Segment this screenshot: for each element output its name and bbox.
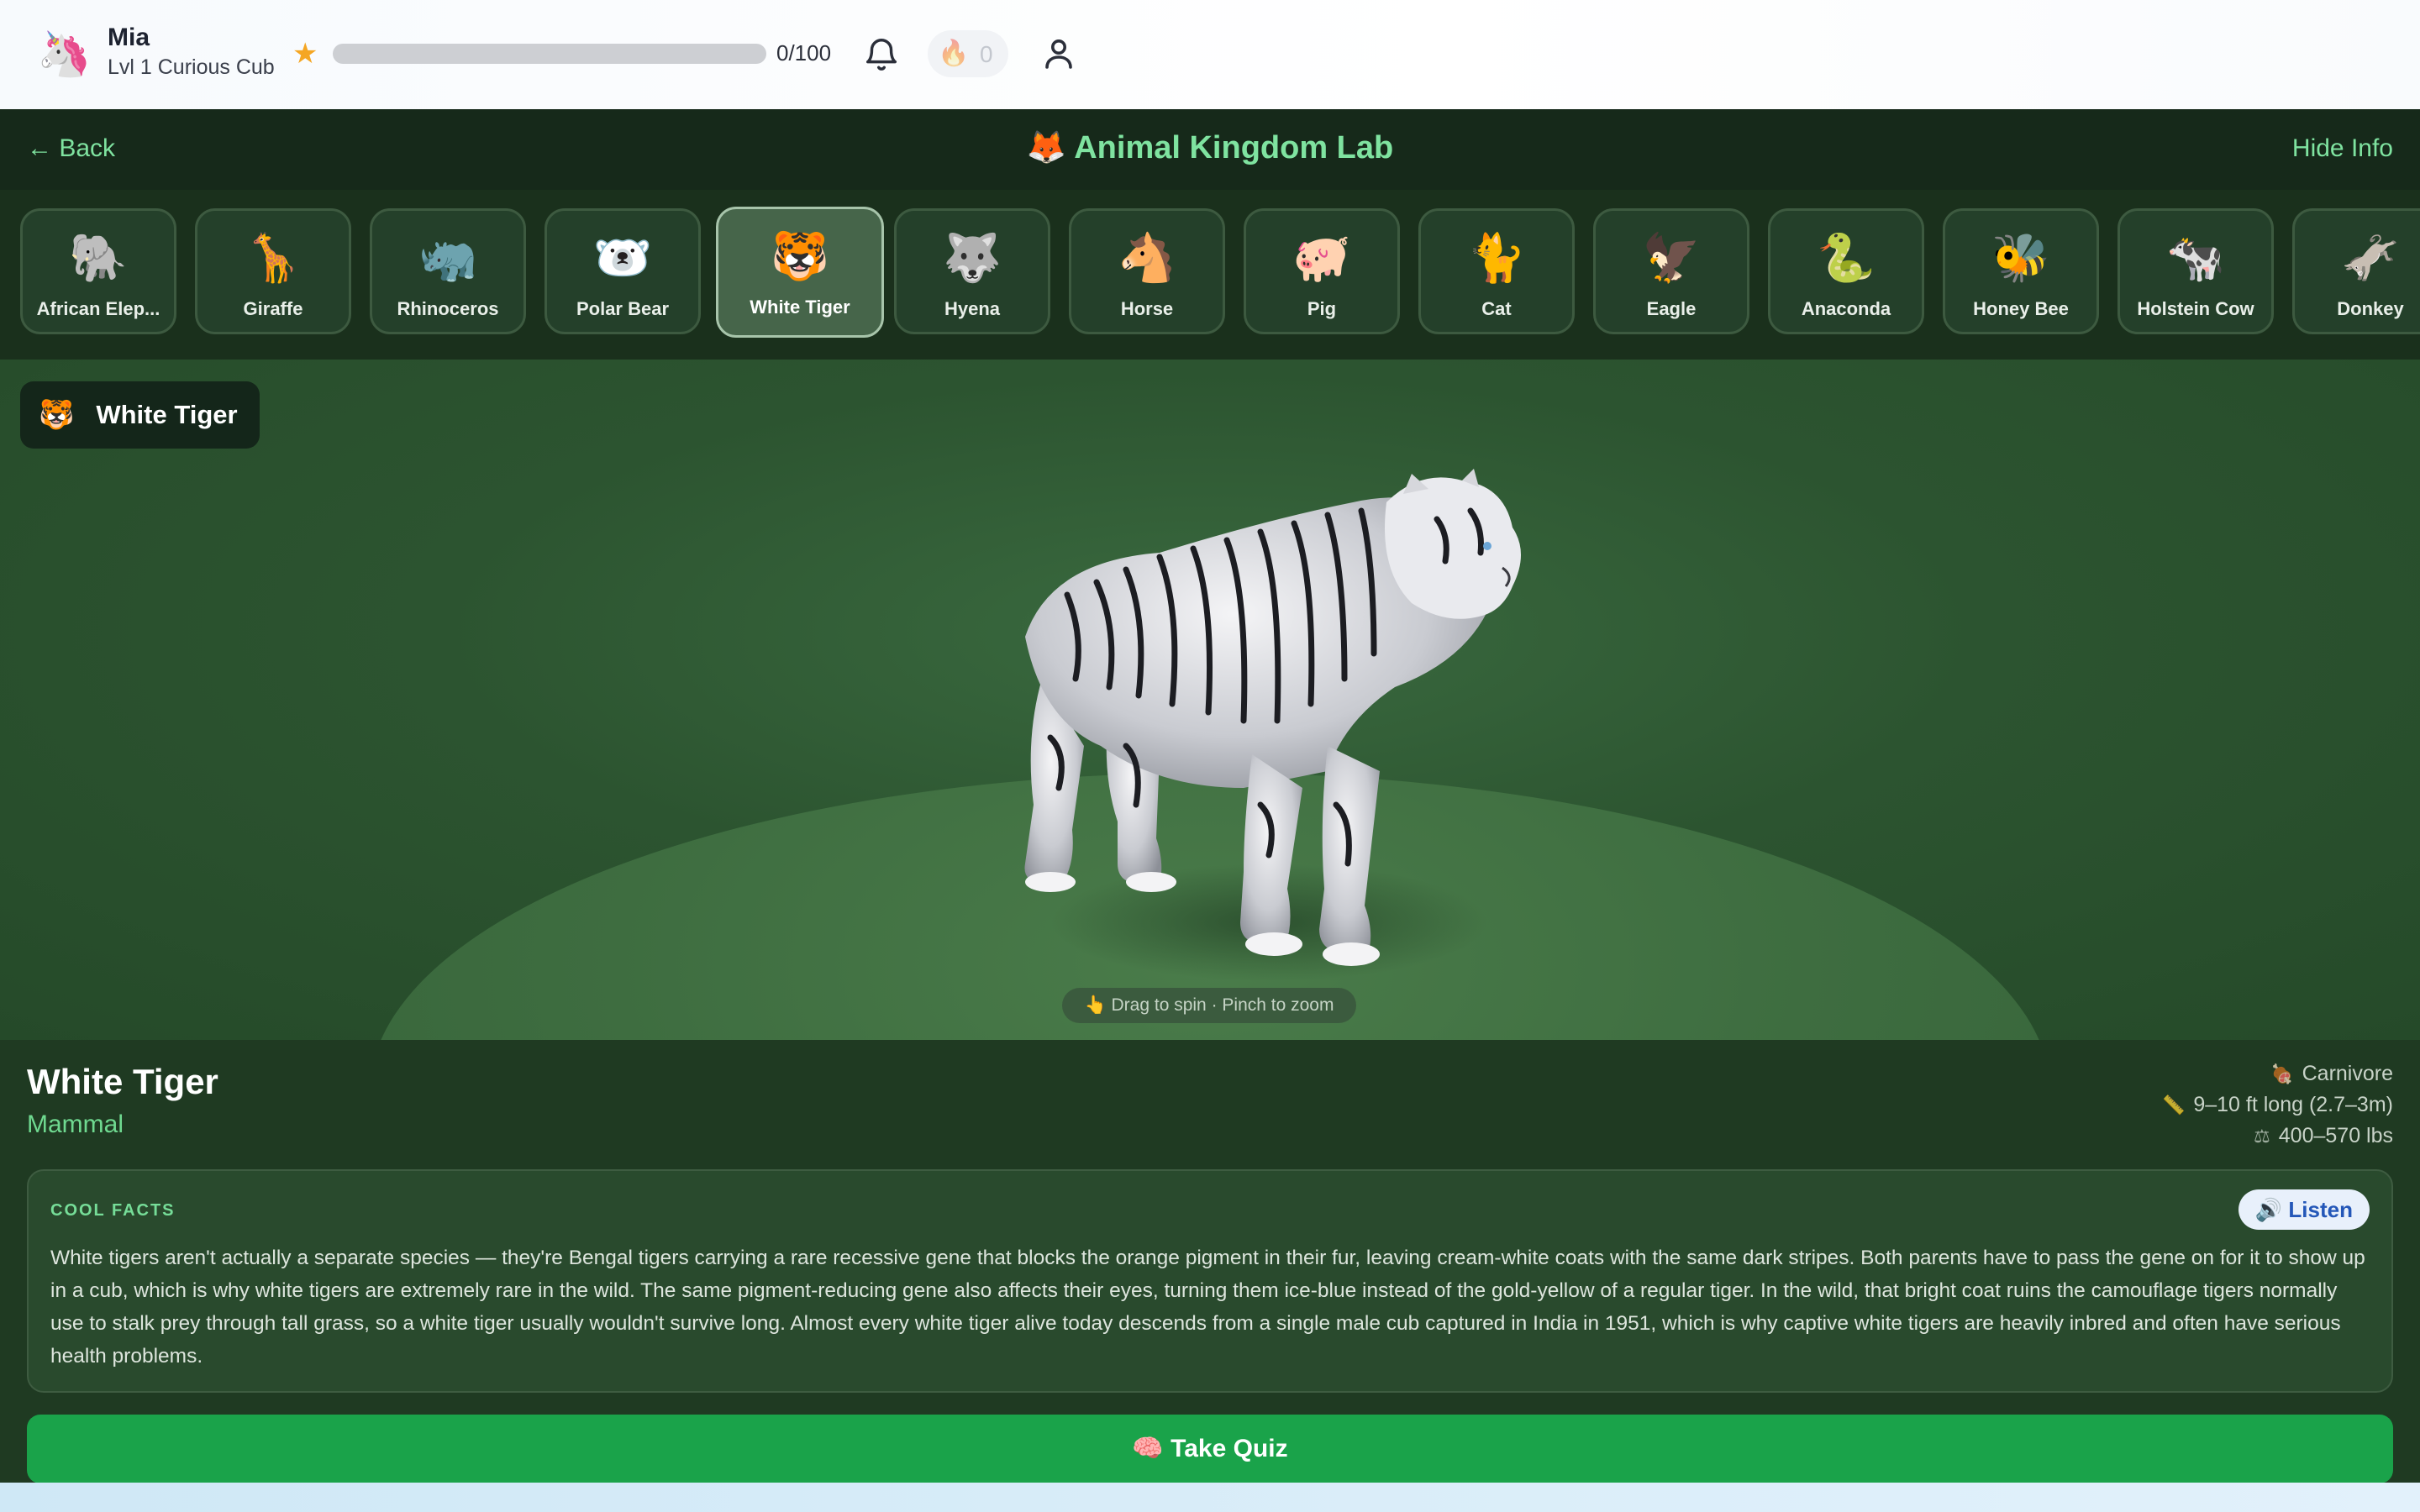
- animal-emoji-icon: 🐯: [771, 229, 829, 282]
- animal-card-donkey[interactable]: 🫏 Donkey: [2292, 208, 2420, 334]
- take-quiz-button[interactable]: 🧠 Take Quiz: [27, 1415, 2393, 1483]
- animal-card-horse[interactable]: 🐴 Horse: [1069, 208, 1225, 334]
- white-tiger-model[interactable]: [992, 469, 1597, 990]
- animal-card-label: Giraffe: [243, 298, 303, 319]
- animal-emoji-icon: 🦒: [244, 231, 302, 284]
- animal-emoji-icon: 🐝: [1991, 231, 2050, 284]
- bottom-edge: [0, 1483, 2420, 1512]
- xp-progress-text: 0/100: [776, 40, 832, 66]
- star-icon: ★: [292, 38, 318, 70]
- animal-card-label: Anaconda: [1801, 298, 1891, 319]
- fox-icon: 🦊: [1026, 130, 1067, 165]
- lab-header: ← Back 🦊 Animal Kingdom Lab Hide Info: [0, 109, 2420, 190]
- viewer-hint: 👆 Drag to spin · Pinch to zoom: [1062, 988, 1356, 1023]
- animal-card-honey-bee[interactable]: 🐝 Honey Bee: [1943, 208, 2099, 334]
- bell-icon[interactable]: [862, 35, 901, 74]
- animal-emoji-icon: 🐍: [1817, 231, 1876, 284]
- model-name-badge: 🐯 White Tiger: [20, 381, 260, 449]
- animal-emoji-icon: 🫏: [2341, 231, 2400, 284]
- stat-text: 400–570 lbs: [2278, 1124, 2393, 1147]
- listen-button[interactable]: 🔊 Listen: [2238, 1189, 2370, 1230]
- animal-class: Mammal: [27, 1110, 124, 1138]
- stat-icon: 📏: [2161, 1095, 2186, 1116]
- stat-text: Carnivore: [2302, 1062, 2393, 1085]
- cool-facts-text: White tigers aren't actually a separate …: [50, 1247, 2365, 1368]
- animal-card-eagle[interactable]: 🦅 Eagle: [1593, 208, 1749, 334]
- animal-card-hyena[interactable]: 🐺 Hyena: [894, 208, 1050, 334]
- user-name: Mia: [108, 24, 150, 51]
- animal-emoji-icon: 🐘: [69, 231, 128, 284]
- stat-row: ⚖ 400–570 lbs: [2162, 1121, 2393, 1152]
- animal-card-label: Horse: [1120, 298, 1174, 319]
- animal-card-label: Honey Bee: [1973, 298, 2069, 319]
- animal-card-rhinoceros[interactable]: 🦏 Rhinoceros: [370, 208, 526, 334]
- cool-facts-heading: COOL FACTS: [50, 1201, 176, 1220]
- user-level: Lvl 1 Curious Cub: [108, 55, 275, 79]
- animal-selector-strip[interactable]: 🐘 African Elep... 🦒 Giraffe 🦏 Rhinoceros 🐻‍❄️ P…: [0, 190, 2420, 385]
- animal-card-label: Hyena: [944, 298, 1001, 319]
- animal-card-cat[interactable]: 🐈 Cat: [1418, 208, 1575, 334]
- animal-emoji-icon: 🐴: [1118, 231, 1176, 284]
- flame-icon: 🔥: [938, 39, 970, 67]
- stat-text: 9–10 ft long (2.7–3m): [2193, 1093, 2393, 1116]
- animal-card-label: White Tiger: [750, 297, 850, 318]
- animal-card-pig[interactable]: 🐖 Pig: [1244, 208, 1400, 334]
- stat-row: 🍖 Carnivore: [2162, 1058, 2393, 1089]
- 3d-model-viewer[interactable]: 🐯 White Tiger 👆 Drag to spin · Pinch to …: [0, 360, 2420, 1040]
- animal-lab-panel: ← Back 🦊 Animal Kingdom Lab Hide Info 🐘 A…: [0, 109, 2420, 1483]
- animal-emoji-icon: 🐖: [1292, 231, 1351, 284]
- stat-icon: ⚖: [2254, 1126, 2270, 1147]
- animal-emoji-icon: 🦏: [418, 231, 477, 284]
- animal-card-anaconda[interactable]: 🐍 Anaconda: [1768, 208, 1924, 334]
- animal-emoji-icon: 🐈: [1467, 231, 1526, 284]
- hide-info-button[interactable]: Hide Info: [2292, 134, 2393, 163]
- animal-card-white-tiger[interactable]: 🐯 White Tiger: [716, 207, 884, 338]
- profile-icon[interactable]: [1039, 34, 1079, 74]
- animal-card-giraffe[interactable]: 🦒 Giraffe: [195, 208, 351, 334]
- animal-emoji-icon: 🐺: [943, 231, 1002, 284]
- animal-card-label: African Elep...: [36, 298, 160, 319]
- page-title-text: Animal Kingdom Lab: [1074, 130, 1394, 165]
- animal-emoji-icon: 🐻‍❄️: [593, 231, 652, 284]
- animal-card-label: Donkey: [2337, 298, 2404, 319]
- animal-card-holstein-cow[interactable]: 🐄 Holstein Cow: [2118, 208, 2274, 334]
- top-bar: 🦄 Mia Lvl 1 Curious Cub ★ 0/100 🔥 0: [0, 0, 2420, 110]
- animal-emoji-icon: 🦅: [1642, 231, 1701, 284]
- stat-icon: 🍖: [2270, 1063, 2294, 1084]
- animal-card-label: Pig: [1307, 298, 1337, 319]
- animal-card-label: Rhinoceros: [397, 298, 499, 319]
- page-title: 🦊 Animal Kingdom Lab: [0, 129, 2420, 166]
- unicorn-icon[interactable]: 🦄: [37, 29, 92, 81]
- xp-progress-bar: [333, 44, 766, 64]
- animal-stats: 🍖 Carnivore 📏 9–10 ft long (2.7–3m) ⚖ 400–570…: [2162, 1058, 2393, 1152]
- animal-card-polar-bear[interactable]: 🐻‍❄️ Polar Bear: [544, 208, 701, 334]
- streak-counter[interactable]: 🔥 0: [928, 30, 1008, 77]
- tiger-icon: 🐯: [39, 399, 75, 431]
- stat-row: 📏 9–10 ft long (2.7–3m): [2162, 1089, 2393, 1121]
- animal-emoji-icon: 🐄: [2166, 231, 2225, 284]
- model-name-label: White Tiger: [96, 400, 238, 429]
- animal-card-label: Polar Bear: [576, 298, 670, 319]
- cool-facts-card: COOL FACTS 🔊 Listen White tigers aren't …: [27, 1169, 2393, 1393]
- animal-card-label: Cat: [1481, 298, 1512, 319]
- animal-name: White Tiger: [27, 1062, 218, 1101]
- streak-count: 0: [980, 41, 993, 67]
- animal-card-label: Holstein Cow: [2137, 298, 2254, 319]
- animal-card-label: Eagle: [1646, 298, 1697, 319]
- animal-card-african-elep[interactable]: 🐘 African Elep...: [20, 208, 176, 334]
